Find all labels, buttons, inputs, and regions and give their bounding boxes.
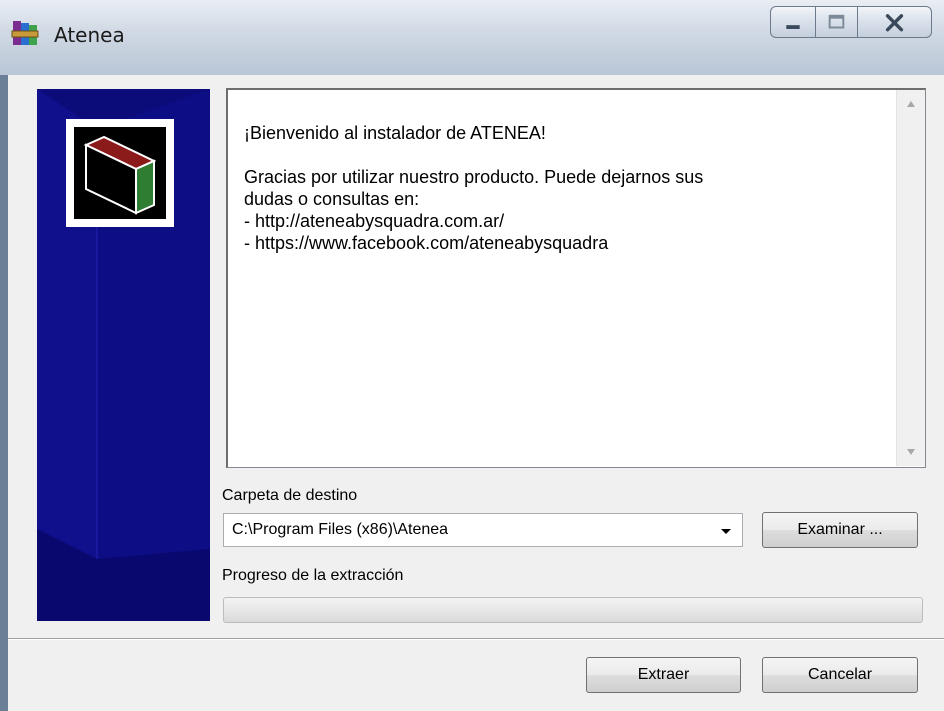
- close-button[interactable]: [858, 6, 932, 38]
- box-logo-icon: [83, 135, 157, 215]
- title-buttons: [770, 6, 932, 40]
- website-link: - http://ateneabysquadra.com.ar/: [244, 211, 505, 231]
- welcome-text-area[interactable]: ¡Bienvenido al instalador de ATENEA! Gra…: [226, 88, 926, 468]
- chevron-down-icon[interactable]: [718, 523, 734, 539]
- destination-folder-combo[interactable]: C:\Program Files (x86)\Atenea: [223, 513, 743, 547]
- browse-button[interactable]: Examinar ...: [762, 512, 918, 548]
- dialog-client: ¡Bienvenido al instalador de ATENEA! Gra…: [8, 75, 944, 711]
- minimize-icon: [786, 25, 800, 29]
- winrar-books-icon: [11, 21, 39, 45]
- cancel-button[interactable]: Cancelar: [762, 657, 918, 693]
- welcome-message: ¡Bienvenido al instalador de ATENEA! Gra…: [244, 122, 884, 254]
- logo-background: [74, 127, 166, 219]
- maximize-button[interactable]: [816, 6, 858, 38]
- window-title: Atenea: [54, 23, 125, 47]
- title-bar[interactable]: Atenea: [0, 0, 944, 75]
- installer-window: Atenea ¡Bienvenido al instalador de ATEN…: [0, 0, 944, 711]
- product-logo: [66, 119, 174, 227]
- destination-path: C:\Program Files (x86)\Atenea: [232, 521, 449, 538]
- extraction-progress-bar: [223, 597, 923, 623]
- thanks-line: Gracias por utilizar nuestro producto. P…: [244, 167, 704, 187]
- maximize-icon: [828, 14, 845, 29]
- progress-label: Progreso de la extracción: [222, 567, 404, 584]
- vertical-scrollbar[interactable]: [896, 90, 925, 466]
- scroll-up-icon[interactable]: [897, 90, 925, 118]
- scroll-down-icon[interactable]: [897, 438, 925, 466]
- contact-line: dudas o consultas en:: [244, 189, 420, 209]
- close-icon: [885, 14, 904, 32]
- destination-label: Carpeta de destino: [222, 487, 358, 504]
- welcome-line: ¡Bienvenido al instalador de ATENEA!: [244, 123, 546, 143]
- extract-button[interactable]: Extraer: [586, 657, 741, 693]
- minimize-button[interactable]: [770, 6, 816, 38]
- facebook-link: - https://www.facebook.com/ateneabysquad…: [244, 233, 609, 253]
